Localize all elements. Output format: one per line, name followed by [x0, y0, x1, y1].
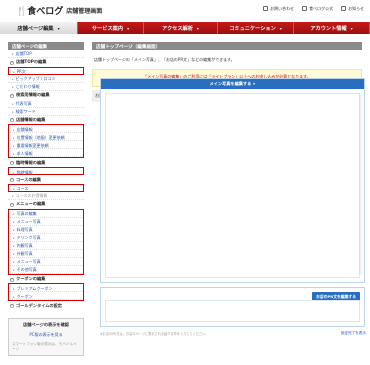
sidebar-item-other-photo[interactable]: その他写真: [9, 266, 83, 274]
home-icon: [302, 6, 308, 11]
sidebar-item-recruit[interactable]: 求人情報: [9, 149, 83, 158]
pr-text-editor: お店のPR文を編集する: [100, 287, 365, 327]
sidebar-section: ● メニューの編集: [10, 201, 46, 207]
sidebar-group-photos: 写真の編集 メニュー写真 料理写真 ドリンク写真 内観写真 外観写真 メニュー写…: [8, 208, 84, 275]
tab-analytics[interactable]: アクセス解析 ▾: [144, 22, 218, 34]
preview-box-title: 店舗ページの表示を確認: [23, 322, 69, 328]
circle-icon: ●: [10, 178, 14, 183]
sidebar-item-main-photo[interactable]: 代表写真: [8, 100, 84, 108]
sidebar-item-important[interactable]: 重要情報変更依頼: [9, 141, 83, 150]
sidebar-item-menu-photo-2[interactable]: メニュー写真: [9, 258, 83, 266]
sidebar-item-store-top[interactable]: 店舗TOP: [8, 50, 84, 58]
tab-account[interactable]: アカウント情報 ▾: [294, 22, 370, 34]
sidebar-item-temp-info[interactable]: 臨時情報: [8, 167, 84, 176]
scrollbar[interactable]: [359, 93, 362, 275]
sidebar-item-exterior-photo[interactable]: 外観写真: [9, 250, 83, 258]
circle-icon: ●: [10, 304, 14, 309]
preview-note: スマートフォン版の表示は、モバイルページ: [12, 342, 77, 352]
sidebar-item-pickup[interactable]: ピックアップ / 口コミ: [8, 75, 84, 83]
top-link-news[interactable]: お知らせ: [341, 6, 364, 12]
top-link-contact[interactable]: お問い合わせ: [263, 6, 294, 12]
sidebar-item-interior-photo[interactable]: 内観写真: [9, 242, 83, 250]
sidebar-section: ● 臨時情報の編集: [10, 159, 46, 166]
circle-icon: ●: [10, 93, 14, 98]
circle-icon: ●: [10, 60, 14, 65]
bell-icon: [341, 6, 347, 11]
circle-icon: ●: [10, 161, 14, 166]
tab-communication[interactable]: コミュニケーション ▾: [218, 22, 294, 34]
logo-text: 🍴食べログ: [16, 7, 64, 17]
sidebar-section[interactable]: ● ゴールデンタイムの設定: [8, 301, 84, 310]
circle-icon: ●: [10, 118, 14, 123]
pr-text-area: [105, 300, 360, 322]
main-photo-editor: メイン写真を編集する »: [100, 78, 365, 283]
main-nav: 店舗ページ編集 ▾ サービス案内 ▾ アクセス解析 ▾ コミュニケーション ▾ アカウン…: [0, 22, 370, 34]
chevron-down-icon: ▾: [127, 25, 130, 31]
chevron-down-icon: ▾: [196, 25, 199, 31]
sidebar-item-pr[interactable]: PR文: [8, 66, 84, 75]
sidebar-section: ● クーポンの編集: [10, 276, 46, 282]
logo-subtitle: 店舗管理画面: [66, 8, 103, 15]
sidebar-group-coupons: プレミアムクーポン クーポン: [8, 283, 84, 302]
footer-link[interactable]: 設定完了を表示: [341, 331, 366, 336]
sidebar: 店舗ページの編集 店舗TOP ●店舗TOPの編集 PR文 ピックアップ / 口コ…: [8, 42, 84, 357]
circle-icon: ●: [10, 202, 14, 207]
chevron-down-icon: ▾: [279, 25, 282, 31]
chevron-down-icon: ▾: [57, 25, 60, 31]
sidebar-item-course-deals[interactable]: コースのお得情報: [8, 192, 84, 200]
sidebar-section: ● 店舗情報の編集: [10, 116, 46, 123]
sidebar-item-menu-photo[interactable]: メニュー写真: [9, 218, 83, 226]
sidebar-item-drink-photo[interactable]: ドリンク写真: [9, 234, 83, 242]
page-title: 店舗トップページ（編集画面）: [92, 42, 362, 50]
edit-main-photo-button[interactable]: メイン写真を編集する »: [101, 79, 364, 89]
top-links: お問い合わせ 食べログ公式 お知らせ: [263, 6, 364, 12]
sidebar-group-store-info: 店舗情報 位置情報（地図）変更依頼 重要情報変更依頼 求人情報: [8, 124, 84, 159]
sidebar-section: ● 検索用情報の編集: [10, 92, 50, 98]
sidebar-item-kodawari[interactable]: こだわり情報: [8, 83, 84, 91]
tab-store-page-edit[interactable]: 店舗ページ編集 ▾: [0, 22, 78, 34]
tab-service[interactable]: サービス案内 ▾: [78, 22, 144, 34]
footer-note: ※お店のPR文は、お店のページに表示される紹介文章を入力してください。: [100, 332, 209, 336]
sidebar-item-course[interactable]: コース: [8, 183, 84, 192]
sidebar-item-location[interactable]: 位置情報（地図）変更依頼: [9, 133, 83, 142]
main-photo-area: [105, 93, 360, 278]
chevron-down-icon: ▾: [350, 25, 353, 31]
mail-icon: [263, 6, 269, 11]
header: 🍴食べログ 店舗管理画面 お問い合わせ 食べログ公式 お知らせ: [0, 0, 370, 20]
sidebar-item-store-info[interactable]: 店舗情報: [9, 125, 83, 134]
top-link-official[interactable]: 食べログ公式: [302, 6, 333, 12]
sidebar-item-photo-edit[interactable]: 写真の編集: [9, 210, 83, 218]
sidebar-item-keywords[interactable]: 検索ワード: [8, 108, 84, 116]
sidebar-section: ● 店舗TOPの編集: [10, 59, 47, 65]
preview-box: 店舗ページの表示を確認 PC版の表示を見る スマートフォン版の表示は、モバイルペ…: [8, 318, 84, 357]
sidebar-section: ● コースの編集: [10, 176, 41, 183]
preview-pc-link[interactable]: PC版の表示を見る: [12, 332, 80, 338]
circle-icon: ●: [10, 277, 14, 282]
sidebar-item-premium-coupon[interactable]: プレミアムクーポン: [9, 284, 83, 293]
sidebar-item-food-photo[interactable]: 料理写真: [9, 226, 83, 234]
sidebar-title: 店舗ページの編集: [8, 42, 84, 50]
page-description: 店舗トップページの「メイン写真」、「お店のPR文」などの編集ができます。: [94, 57, 235, 62]
sidebar-item-coupon[interactable]: クーポン: [9, 292, 83, 301]
logo[interactable]: 🍴食べログ 店舗管理画面: [16, 4, 102, 17]
